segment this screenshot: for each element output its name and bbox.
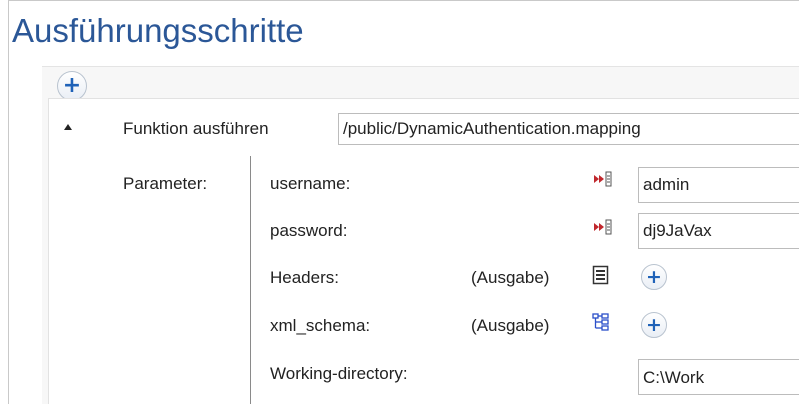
param-name-password: password: bbox=[270, 221, 348, 240]
password-field[interactable]: dj9JaVax bbox=[638, 213, 799, 249]
input-parameter-icon bbox=[594, 171, 612, 187]
param-name-xml-schema: xml_schema: bbox=[270, 316, 371, 335]
function-path-field[interactable]: /public/DynamicAuthentication.mapping bbox=[338, 113, 799, 145]
parameters-label: Parameter: bbox=[123, 174, 208, 193]
username-field[interactable]: admin bbox=[638, 167, 799, 203]
xml-tree-icon bbox=[592, 313, 609, 331]
execute-function-label: Funktion ausführen bbox=[123, 119, 269, 138]
parameters-divider bbox=[250, 156, 251, 404]
plus-icon: + bbox=[646, 313, 662, 336]
param-name-username: username: bbox=[270, 174, 351, 193]
page-title: Ausführungsschritte bbox=[12, 12, 304, 49]
input-parameter-icon bbox=[594, 219, 612, 235]
collapse-triangle-icon[interactable] bbox=[64, 124, 72, 130]
document-list-icon bbox=[592, 265, 609, 285]
plus-icon: + bbox=[62, 73, 82, 98]
add-step-button[interactable]: + bbox=[57, 71, 87, 101]
output-direction-label: (Ausgabe) bbox=[471, 268, 550, 287]
add-headers-button[interactable]: + bbox=[641, 264, 667, 290]
plus-icon: + bbox=[646, 265, 662, 288]
param-name-headers: Headers: bbox=[270, 268, 339, 287]
add-xml-schema-button[interactable]: + bbox=[641, 312, 667, 338]
output-direction-label: (Ausgabe) bbox=[471, 316, 550, 335]
working-directory-field[interactable]: C:\Work bbox=[638, 359, 799, 395]
param-name-working-directory: Working-directory: bbox=[270, 364, 408, 383]
